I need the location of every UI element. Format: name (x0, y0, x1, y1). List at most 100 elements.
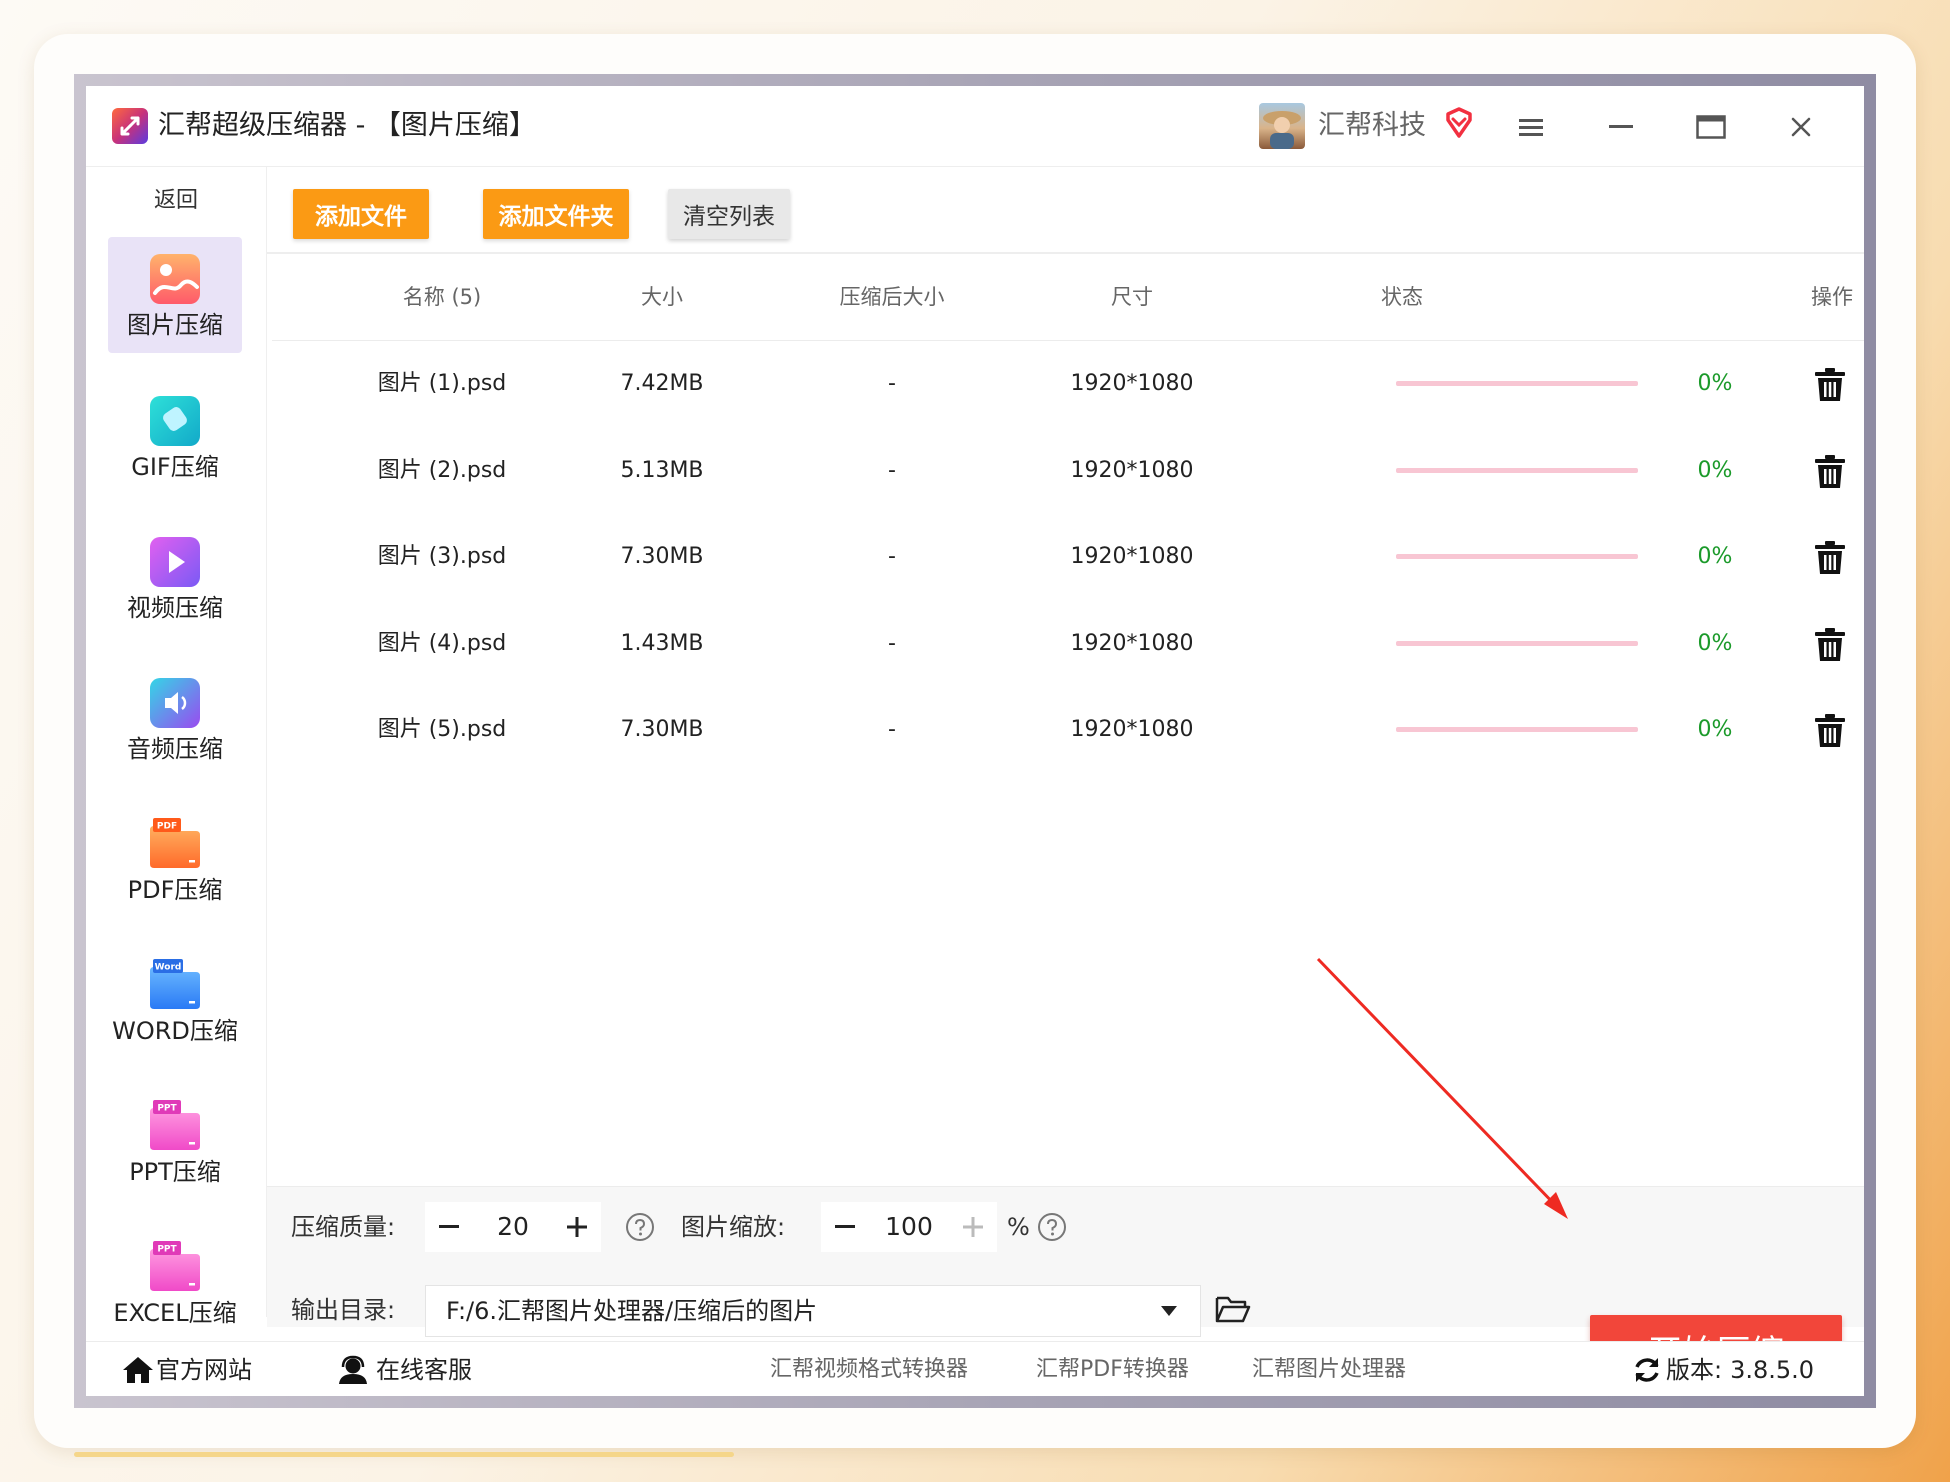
add-file-button[interactable]: 添加文件 (293, 189, 429, 239)
online-support-link[interactable]: 在线客服 (336, 1350, 472, 1390)
progress-percent: 0% (1697, 544, 1733, 569)
scale-unit: % (1007, 1213, 1030, 1241)
progress-percent: 0% (1697, 371, 1733, 396)
scale-value[interactable]: 100 (871, 1202, 947, 1252)
quality-decrease-button[interactable] (429, 1202, 469, 1252)
header-name[interactable]: 名称 (5) (352, 280, 532, 314)
sidebar-item-image[interactable]: 图片压缩 (108, 237, 242, 353)
trash-icon[interactable] (1813, 367, 1847, 403)
back-button[interactable]: 返回 (86, 181, 266, 221)
header-dimensions[interactable]: 尺寸 (1052, 280, 1212, 314)
plus-icon (963, 1217, 983, 1237)
user-avatar[interactable] (1259, 103, 1305, 149)
trash-icon[interactable] (1813, 540, 1847, 576)
quality-help-icon[interactable] (625, 1212, 655, 1242)
file-size: 7.30MB (620, 717, 704, 742)
sidebar-item-gif[interactable]: GIF压缩 (108, 379, 242, 495)
settings-panel: 压缩质量: 20 图片缩放: 100 % 输出目录: F:/6.汇帮图片处理器/… (267, 1186, 1864, 1337)
sidebar-item-label: 图片压缩 (127, 311, 223, 339)
table-row[interactable]: 图片 (2).psd 5.13MB - 1920*1080 0% (272, 428, 1864, 514)
sidebar-item-label: GIF压缩 (131, 453, 219, 481)
file-name: 图片 (4).psd (377, 630, 507, 656)
footer-link-video-converter[interactable]: 汇帮视频格式转换器 (770, 1350, 968, 1390)
minimize-button[interactable] (1598, 104, 1644, 150)
maximize-button[interactable] (1688, 104, 1734, 150)
trash-icon[interactable] (1813, 627, 1847, 663)
app-window: 汇帮超级压缩器 - 【图片压缩】 汇帮科技 返回 图片压缩 GIF压缩 视频压缩… (86, 86, 1864, 1396)
version-label: 版本: (1666, 1356, 1723, 1384)
sidebar-item-label: PDF压缩 (127, 876, 223, 904)
sidebar-item-ppt[interactable]: PPT PPT压缩 (108, 1084, 242, 1200)
footer-link-image-processor[interactable]: 汇帮图片处理器 (1252, 1350, 1406, 1390)
footer-link-pdf-converter[interactable]: 汇帮PDF转换器 (1036, 1350, 1189, 1390)
close-button[interactable] (1778, 104, 1824, 150)
sidebar-item-excel[interactable]: PPT EXCEL压缩 (108, 1225, 242, 1341)
quality-stepper[interactable]: 20 (425, 1202, 601, 1252)
output-dir-value: F:/6.汇帮图片处理器/压缩后的图片 (446, 1297, 818, 1325)
table-row[interactable]: 图片 (4).psd 1.43MB - 1920*1080 0% (272, 601, 1864, 687)
pdf-badge: PDF (157, 822, 177, 832)
home-icon (123, 1357, 153, 1383)
sidebar-item-label: PPT压缩 (129, 1158, 221, 1186)
trash-icon[interactable] (1813, 713, 1847, 749)
header-size[interactable]: 大小 (592, 280, 732, 314)
version-info[interactable]: 版本: 3.8.5.0 (1632, 1350, 1814, 1390)
sidebar-item-label: 视频压缩 (127, 594, 223, 622)
sidebar-item-word[interactable]: Word WORD压缩 (108, 943, 242, 1059)
dimensions: 1920*1080 (1070, 630, 1194, 656)
sidebar-item-label: WORD压缩 (112, 1017, 238, 1045)
scale-label: 图片缩放: (681, 1213, 786, 1241)
quality-increase-button[interactable] (557, 1202, 597, 1252)
scale-help-icon[interactable] (1037, 1212, 1067, 1242)
excel-badge: PPT (157, 1245, 177, 1255)
dimensions: 1920*1080 (1070, 457, 1194, 483)
table-row[interactable]: 图片 (3).psd 7.30MB - 1920*1080 0% (272, 514, 1864, 600)
official-website-label: 官方网站 (156, 1356, 252, 1384)
table-row[interactable]: 图片 (1).psd 7.42MB - 1920*1080 0% (272, 341, 1864, 427)
video-icon (150, 537, 200, 587)
ppt-folder-icon: PPT (150, 1100, 200, 1150)
sidebar-item-pdf[interactable]: PDF PDF压缩 (108, 802, 242, 918)
vip-diamond-icon[interactable] (1442, 106, 1476, 144)
decor-line (74, 1452, 734, 1457)
progress-percent: 0% (1697, 630, 1733, 656)
clear-list-button[interactable]: 清空列表 (668, 189, 790, 239)
file-name: 图片 (1).psd (377, 371, 507, 396)
quality-value[interactable]: 20 (475, 1202, 551, 1252)
file-size: 7.42MB (620, 371, 704, 396)
table-row[interactable]: 图片 (5).psd 7.30MB - 1920*1080 0% (272, 687, 1864, 773)
gif-icon (150, 396, 200, 446)
ppt-badge: PPT (157, 1104, 177, 1114)
sidebar-item-label: 音频压缩 (127, 735, 223, 763)
header-compressed-size[interactable]: 压缩后大小 (802, 280, 982, 314)
header-action: 操作 (1811, 285, 1853, 309)
dimensions: 1920*1080 (1070, 371, 1194, 396)
image-icon (150, 254, 200, 304)
window-title: 汇帮超级压缩器 - 【图片压缩】 (158, 110, 536, 141)
sidebar-item-label: EXCEL压缩 (113, 1299, 237, 1327)
quality-label: 压缩质量: (291, 1213, 396, 1241)
official-website-link[interactable]: 官方网站 (122, 1350, 252, 1390)
sidebar-item-video[interactable]: 视频压缩 (108, 520, 242, 636)
sidebar-item-audio[interactable]: 音频压缩 (108, 661, 242, 777)
minus-icon (439, 1225, 459, 1228)
scale-stepper[interactable]: 100 (821, 1202, 997, 1252)
file-size: 7.30MB (620, 544, 704, 569)
scale-increase-button[interactable] (953, 1202, 993, 1252)
online-support-label: 在线客服 (376, 1356, 472, 1384)
maximize-icon (1696, 115, 1726, 139)
folder-open-icon[interactable] (1215, 1294, 1251, 1324)
pdf-folder-icon: PDF (150, 818, 200, 868)
version-value: 3.8.5.0 (1730, 1356, 1815, 1384)
progress-percent: 0% (1697, 457, 1733, 483)
output-dir-select[interactable]: F:/6.汇帮图片处理器/压缩后的图片 (425, 1285, 1201, 1337)
trash-icon[interactable] (1813, 454, 1847, 490)
sidebar: 返回 图片压缩 GIF压缩 视频压缩 音频压缩 PDF PDF压缩 Word W… (86, 167, 267, 1327)
scale-decrease-button[interactable] (825, 1202, 865, 1252)
support-agent-icon (339, 1355, 367, 1384)
add-folder-button[interactable]: 添加文件夹 (483, 189, 629, 239)
user-name[interactable]: 汇帮科技 (1318, 106, 1426, 146)
table-header: 名称 (5) 大小 压缩后大小 尺寸 状态 操作 (272, 254, 1864, 341)
compressed-size: - (888, 717, 896, 742)
menu-button[interactable] (1508, 104, 1554, 150)
